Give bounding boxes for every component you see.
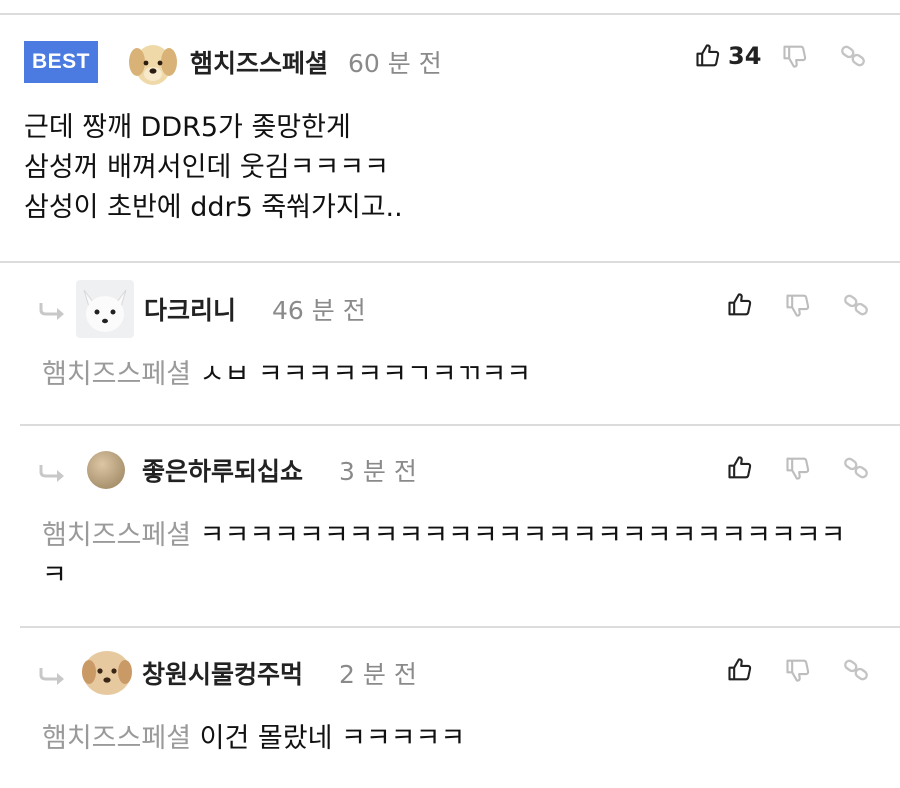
reply-text: 이건 몰랐네 ㅋㅋㅋㅋㅋ (199, 723, 466, 754)
thumbs-up-icon (694, 42, 722, 70)
avatar-beige-circle[interactable] (86, 450, 126, 490)
comment-line: 삼성이 초반에 ddr5 죽쒀가지고.. (24, 192, 403, 223)
reply-arrow-icon (38, 301, 68, 321)
top-divider (0, 13, 900, 15)
copy-link-button[interactable] (842, 291, 870, 319)
reply-body: 햄치즈스페셜 ㅋㅋㅋㅋㅋㅋㅋㅋㅋㅋㅋㅋㅋㅋㅋㅋㅋㅋㅋㅋㅋㅋㅋㅋㅋㅋ ㅋ (42, 516, 882, 596)
mention-author[interactable]: 햄치즈스페셜 (42, 520, 191, 551)
divider (0, 261, 900, 263)
reply-actions (726, 656, 870, 684)
dislike-button[interactable] (784, 291, 812, 319)
like-button[interactable]: 34 (694, 42, 761, 70)
divider (20, 424, 900, 426)
copy-link-button[interactable] (839, 42, 867, 70)
reply-text: ㅅㅂ ㅋㅋㅋㅋㅋㅋㄱㅋㄲㅋㅋ (199, 359, 532, 390)
reply-time: 2 분 전 (339, 660, 417, 689)
comment-thread: BEST 햄치즈스페셜 60 분 전 34 근데 짱깨 DDR5가 좆망한게 삼… (0, 0, 900, 788)
reply-actions (726, 454, 870, 482)
like-button[interactable] (726, 291, 754, 319)
like-button[interactable] (726, 454, 754, 482)
reply-arrow-icon (38, 666, 68, 686)
like-count: 34 (728, 42, 762, 70)
avatar-blurry-puppy[interactable] (80, 646, 134, 700)
best-comment-header: BEST 햄치즈스페셜 60 분 전 (24, 34, 442, 90)
reply-text-continued: ㅋ (42, 560, 67, 591)
author-name[interactable]: 창원시물컹주먹 (142, 655, 303, 691)
dislike-button[interactable] (781, 42, 809, 70)
reply-arrow-icon (38, 463, 68, 483)
reply-body: 햄치즈스페셜 ㅅㅂ ㅋㅋㅋㅋㅋㅋㄱㅋㄲㅋㅋ (42, 355, 531, 395)
mention-author[interactable]: 햄치즈스페셜 (42, 359, 191, 390)
thumbs-up-icon (726, 656, 754, 684)
reply-text: ㅋㅋㅋㅋㅋㅋㅋㅋㅋㅋㅋㅋㅋㅋㅋㅋㅋㅋㅋㅋㅋㅋㅋㅋㅋㅋ (199, 520, 846, 551)
thumbs-down-icon (781, 42, 809, 70)
reply-header: 창원시물컹주먹 2 분 전 (80, 646, 417, 700)
author-name[interactable]: 다크리니 (144, 291, 236, 327)
reply-time: 46 분 전 (272, 296, 366, 325)
thumbs-down-icon (784, 656, 812, 684)
link-icon (842, 454, 870, 482)
reply-actions (726, 291, 870, 319)
divider (20, 626, 900, 628)
comment-line: 근데 짱깨 DDR5가 좆망한게 (24, 112, 351, 143)
avatar-white-fox[interactable] (76, 280, 134, 338)
avatar-golden-puppy[interactable] (126, 35, 180, 89)
thumbs-up-icon (726, 291, 754, 319)
comment-line: 삼성꺼 배껴서인데 웃김ㅋㅋㅋㅋ (24, 152, 389, 183)
link-icon (839, 42, 867, 70)
reply-header: 좋은하루되십쇼 3 분 전 (86, 448, 417, 492)
reply-body: 햄치즈스페셜 이건 몰랐네 ㅋㅋㅋㅋㅋ (42, 719, 465, 759)
link-icon (842, 291, 870, 319)
author-name[interactable]: 좋은하루되십쇼 (142, 452, 303, 488)
link-icon (842, 656, 870, 684)
best-badge: BEST (24, 41, 98, 83)
dislike-button[interactable] (784, 656, 812, 684)
copy-link-button[interactable] (842, 656, 870, 684)
thumbs-up-icon (726, 454, 754, 482)
reply-time: 3 분 전 (339, 457, 417, 486)
thumbs-down-icon (784, 291, 812, 319)
mention-author[interactable]: 햄치즈스페셜 (42, 723, 191, 754)
copy-link-button[interactable] (842, 454, 870, 482)
comment-time: 60 분 전 (348, 49, 442, 78)
dislike-button[interactable] (784, 454, 812, 482)
reply-header: 다크리니 46 분 전 (76, 280, 366, 338)
thumbs-down-icon (784, 454, 812, 482)
comment-body: 근데 짱깨 DDR5가 좆망한게 삼성꺼 배껴서인데 웃김ㅋㅋㅋㅋ 삼성이 초반… (24, 108, 403, 228)
best-comment-actions: 34 (694, 42, 867, 70)
author-name[interactable]: 햄치즈스페셜 (190, 44, 328, 80)
like-button[interactable] (726, 656, 754, 684)
